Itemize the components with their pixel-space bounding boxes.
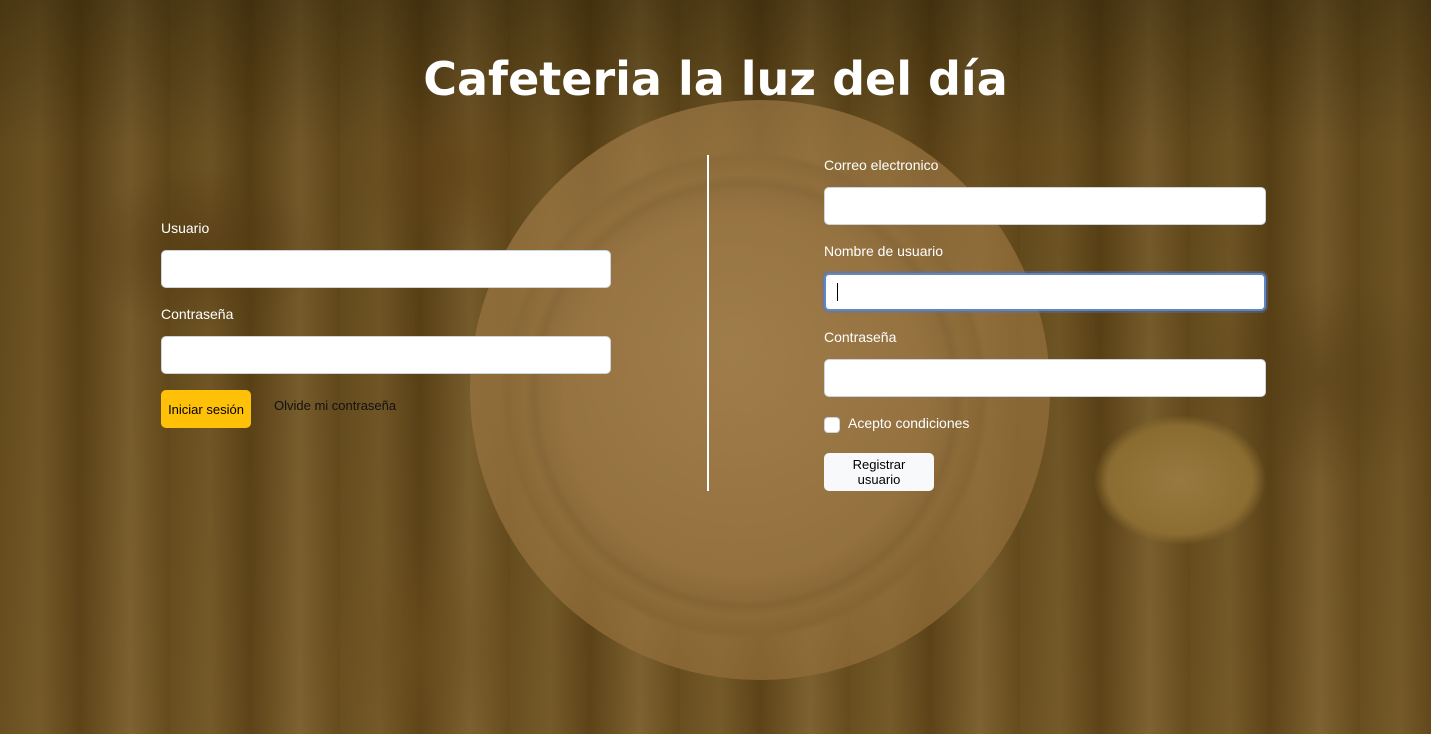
login-username-label: Usuario [161, 220, 210, 236]
register-email-input[interactable] [824, 187, 1266, 225]
register-username-label: Nombre de usuario [824, 243, 944, 259]
terms-checkbox[interactable] [824, 417, 840, 433]
forgot-password-link[interactable]: Olvide mi contraseña [274, 398, 396, 413]
page-title: Cafeteria la luz del día [423, 52, 1008, 106]
terms-label[interactable]: Acepto condiciones [848, 415, 969, 431]
text-caret [837, 283, 838, 301]
register-email-label: Correo electronico [824, 157, 939, 173]
login-button[interactable]: Iniciar sesión [161, 390, 251, 428]
register-button[interactable]: Registrar usuario [824, 453, 934, 491]
register-password-label: Contraseña [824, 329, 897, 345]
register-username-input[interactable] [824, 273, 1266, 311]
register-password-input[interactable] [824, 359, 1266, 397]
login-password-input[interactable] [161, 336, 611, 374]
login-register-page: Cafeteria la luz del día Usuario Contras… [0, 0, 1431, 734]
vertical-divider [707, 155, 709, 491]
login-password-label: Contraseña [161, 306, 234, 322]
login-username-input[interactable] [161, 250, 611, 288]
